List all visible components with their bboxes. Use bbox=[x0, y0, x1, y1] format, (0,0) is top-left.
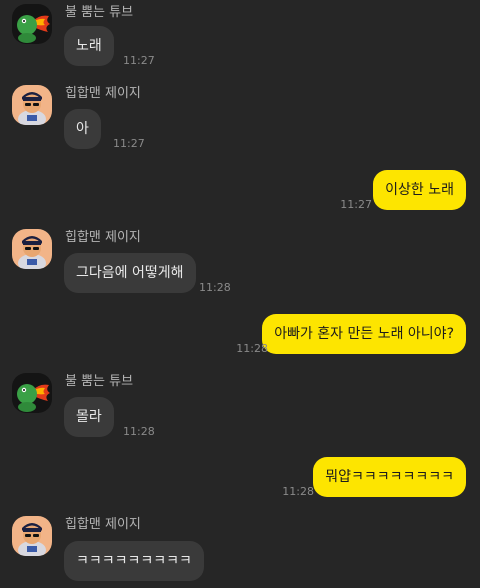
message-time: 11:28 bbox=[199, 281, 231, 294]
message-time: 11:28 bbox=[282, 485, 314, 498]
sender-name: 불 뿜는 튜브 bbox=[65, 374, 134, 389]
sender-name: 힙합맨 제이지 bbox=[65, 230, 141, 245]
message-time: 11:27 bbox=[113, 137, 145, 150]
sender-name: 힙합맨 제이지 bbox=[65, 517, 141, 532]
message-bubble[interactable]: 아빠가 혼자 만든 노래 아니야? bbox=[262, 314, 466, 354]
message-bubble[interactable]: 이상한 노래 bbox=[373, 170, 466, 210]
message-bubble[interactable]: 몰라 bbox=[64, 397, 114, 437]
message-time: 11:28 bbox=[123, 425, 155, 438]
hiphop-avatar[interactable] bbox=[12, 229, 52, 269]
message-bubble[interactable]: ㅋㅋㅋㅋㅋㅋㅋㅋㅋ bbox=[64, 541, 204, 581]
message-bubble[interactable]: 뭐얍ㅋㅋㅋㅋㅋㅋㅋㅋ bbox=[313, 457, 466, 497]
sender-name: 불 뿜는 튜브 bbox=[65, 5, 134, 20]
hiphop-avatar[interactable] bbox=[12, 516, 52, 556]
message-time: 11:28 bbox=[236, 342, 268, 355]
message-bubble[interactable]: 아 bbox=[64, 109, 101, 149]
message-time: 11:27 bbox=[340, 198, 372, 211]
message-time: 11:27 bbox=[123, 54, 155, 67]
tube-fire-avatar[interactable] bbox=[12, 4, 52, 44]
sender-name: 힙합맨 제이지 bbox=[65, 86, 141, 101]
tube-fire-avatar[interactable] bbox=[12, 373, 52, 413]
hiphop-avatar[interactable] bbox=[12, 85, 52, 125]
message-bubble[interactable]: 그다음에 어떻게해 bbox=[64, 253, 196, 293]
message-bubble[interactable]: 노래 bbox=[64, 26, 114, 66]
